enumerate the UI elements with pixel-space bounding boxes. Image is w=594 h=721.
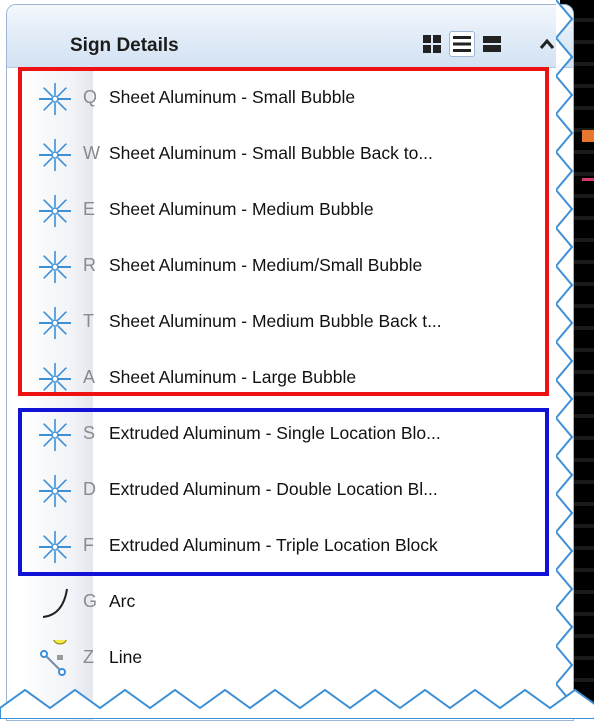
list-item-label: Sheet Aluminum - Small Bubble bbox=[109, 87, 356, 107]
shortcut-key: G bbox=[83, 591, 98, 611]
list-item[interactable]: T Sheet Aluminum - Medium Bubble Back t..… bbox=[21, 295, 561, 351]
detail-view-icon[interactable] bbox=[479, 31, 505, 57]
arc-icon bbox=[35, 583, 75, 623]
shortcut-key: S bbox=[83, 423, 96, 443]
shortcut-key: A bbox=[83, 367, 96, 387]
view-toggle-group bbox=[419, 31, 505, 57]
sign-point-icon bbox=[35, 359, 75, 399]
sign-point-icon bbox=[35, 471, 75, 511]
shortcut-key: Z bbox=[83, 647, 94, 667]
grid-view-icon[interactable] bbox=[419, 31, 445, 57]
list-item-label: Sheet Aluminum - Medium Bubble bbox=[109, 199, 374, 219]
shortcut-key: D bbox=[83, 479, 96, 499]
tool-list: Q Sheet Aluminum - Small Bubble W Sheet Alu… bbox=[7, 67, 573, 720]
panel-header: Sign Details bbox=[7, 5, 573, 68]
sign-point-icon bbox=[35, 79, 75, 119]
sign-point-icon bbox=[35, 303, 75, 343]
shortcut-key: E bbox=[83, 199, 96, 219]
shortcut-key: W bbox=[83, 143, 100, 163]
list-item[interactable]: F Extruded Aluminum - Triple Location Blo… bbox=[21, 519, 561, 575]
shortcut-key: Q bbox=[83, 87, 98, 107]
shortcut-key: T bbox=[83, 311, 94, 331]
list-item-label: Extruded Aluminum - Single Location Blo.… bbox=[109, 423, 441, 443]
sign-details-panel: Sign Details Q Sheet Aluminum - Small Bu… bbox=[6, 4, 574, 721]
list-item-label: Sheet Aluminum - Medium Bubble Back t... bbox=[109, 311, 442, 331]
list-item-label: Sheet Aluminum - Small Bubble Back to... bbox=[109, 143, 433, 163]
list-item[interactable]: W Sheet Aluminum - Small Bubble Back to..… bbox=[21, 127, 561, 183]
list-item-label: Extruded Aluminum - Triple Location Bloc… bbox=[109, 535, 438, 555]
list-item[interactable]: A Sheet Aluminum - Large Bubble bbox=[21, 351, 561, 407]
list-item-label: Sheet Aluminum - Large Bubble bbox=[109, 367, 357, 387]
list-view-icon[interactable] bbox=[449, 31, 475, 57]
line-icon bbox=[35, 639, 75, 679]
list-item[interactable]: S Extruded Aluminum - Single Location Blo… bbox=[21, 407, 561, 463]
sign-point-icon bbox=[35, 527, 75, 567]
sign-point-icon bbox=[35, 191, 75, 231]
torn-edge-bottom bbox=[0, 688, 594, 719]
shortcut-key: R bbox=[83, 255, 96, 275]
list-item[interactable]: Z Line bbox=[21, 631, 561, 687]
panel-title: Sign Details bbox=[70, 35, 179, 56]
list-item-label: Extruded Aluminum - Double Location Bl..… bbox=[109, 479, 438, 499]
list-item[interactable]: Q Sheet Aluminum - Small Bubble bbox=[21, 71, 561, 127]
background-accent bbox=[582, 178, 594, 181]
list-item[interactable]: G Arc bbox=[21, 575, 561, 631]
sign-point-icon bbox=[35, 247, 75, 287]
sign-point-icon bbox=[35, 135, 75, 175]
sign-point-icon bbox=[35, 415, 75, 455]
list-item-label: Arc bbox=[109, 591, 136, 611]
torn-edge-right bbox=[556, 0, 574, 719]
list-item[interactable]: R Sheet Aluminum - Medium/Small Bubble bbox=[21, 239, 561, 295]
background-accent bbox=[582, 130, 594, 142]
list-item[interactable]: D Extruded Aluminum - Double Location Bl.… bbox=[21, 463, 561, 519]
list-item[interactable]: E Sheet Aluminum - Medium Bubble bbox=[21, 183, 561, 239]
shortcut-key: F bbox=[83, 535, 94, 555]
list-item-label: Line bbox=[109, 647, 143, 667]
list-item-label: Sheet Aluminum - Medium/Small Bubble bbox=[109, 255, 423, 275]
